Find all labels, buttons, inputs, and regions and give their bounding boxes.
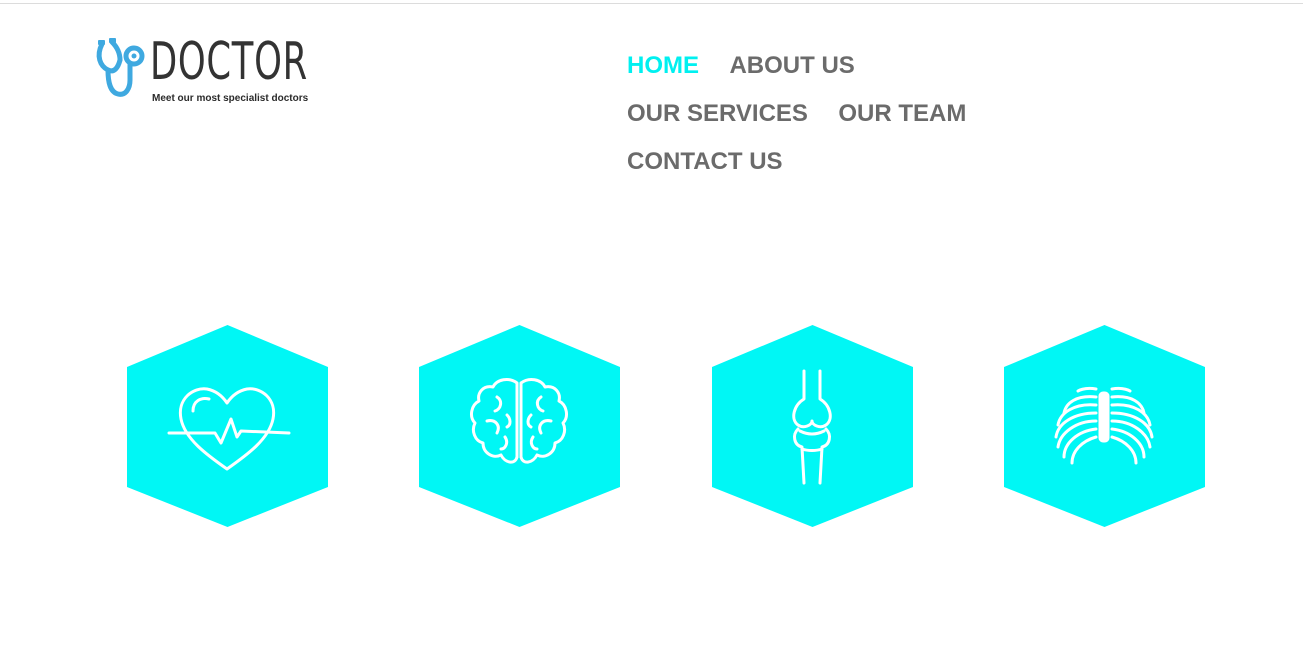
main-nav: HOME ABOUT US OUR SERVICES OUR TEAM CONT… bbox=[627, 50, 1087, 194]
nav-our-services[interactable]: OUR SERVICES bbox=[627, 98, 808, 130]
site-logo[interactable]: DOCTOR Meet our most specialist doctors bbox=[94, 32, 309, 108]
stethoscope-icon bbox=[96, 38, 145, 97]
nav-home[interactable]: HOME bbox=[627, 50, 699, 82]
specialty-cardiology[interactable] bbox=[127, 325, 328, 527]
nav-our-team[interactable]: OUR TEAM bbox=[838, 98, 966, 130]
specialty-neurology[interactable] bbox=[419, 325, 620, 527]
specialty-orthopedics[interactable] bbox=[712, 325, 913, 527]
top-divider bbox=[0, 0, 1303, 4]
page: DOCTOR Meet our most specialist doctors … bbox=[0, 0, 1303, 667]
nav-contact-us[interactable]: CONTACT US bbox=[627, 146, 783, 178]
logo-title: DOCTOR bbox=[150, 32, 308, 92]
logo-tagline: Meet our most specialist doctors bbox=[152, 93, 309, 104]
specialty-pulmonology[interactable] bbox=[1004, 325, 1205, 527]
nav-about-us[interactable]: ABOUT US bbox=[729, 50, 854, 82]
